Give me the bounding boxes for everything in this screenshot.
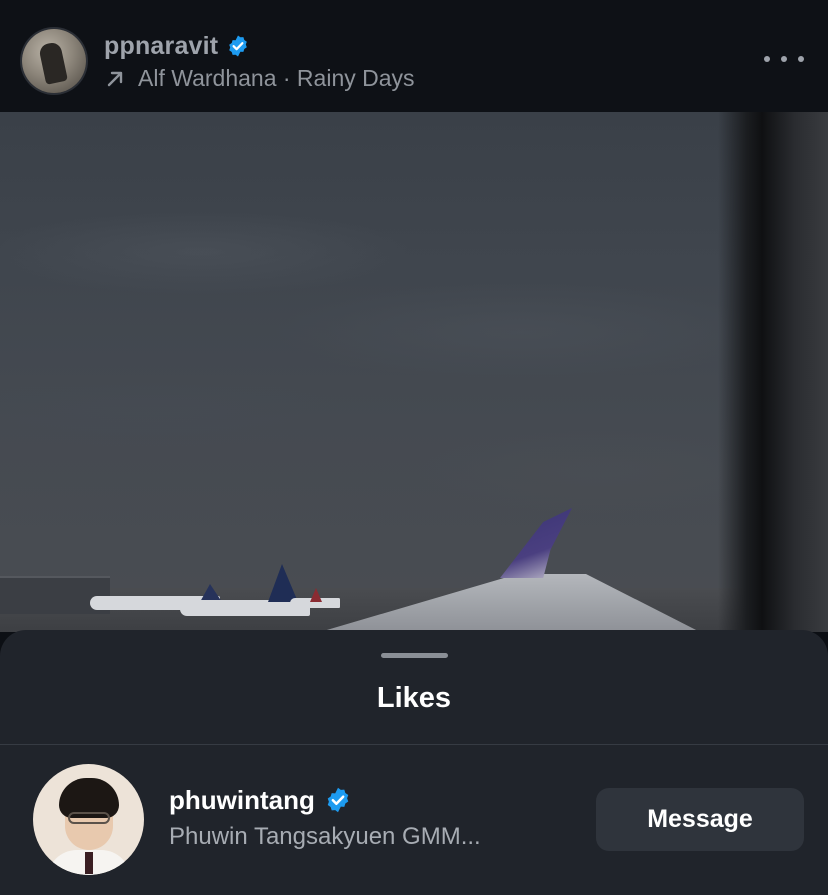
arrow-up-right-icon — [104, 68, 126, 90]
verified-badge-icon — [226, 34, 250, 58]
verified-badge-icon — [324, 786, 352, 814]
liker-avatar[interactable] — [33, 764, 144, 875]
music-attribution[interactable]: Alf Wardhana · Rainy Days — [104, 65, 415, 92]
liker-username[interactable]: phuwintang — [169, 785, 315, 816]
more-dot — [781, 56, 787, 62]
liker-username-row: phuwintang — [169, 783, 481, 817]
app-root: ppnaravit Alf Wardhana · Rainy Days Like… — [0, 0, 828, 895]
liker-full-name: Phuwin Tangsakyuen GMM... — [169, 823, 481, 850]
sheet-title: Likes — [376, 682, 452, 714]
post-author-info: ppnaravit Alf Wardhana · Rainy Days — [104, 30, 415, 92]
author-username-row: ppnaravit — [104, 30, 415, 62]
author-avatar[interactable] — [22, 29, 86, 93]
sheet-grabber[interactable] — [381, 653, 448, 658]
post-header: ppnaravit Alf Wardhana · Rainy Days — [0, 0, 828, 112]
photo-sky — [0, 112, 828, 632]
photo-plane-tail — [310, 588, 322, 602]
likes-sheet: Likes phuwintang Phuwin Tangsakyuen GMM.… — [0, 630, 828, 895]
post-photo[interactable] — [0, 112, 828, 632]
avatar-glasses — [68, 812, 110, 824]
avatar-tie — [85, 852, 93, 874]
music-label: Alf Wardhana · Rainy Days — [138, 65, 415, 91]
photo-plane-tail — [268, 564, 298, 602]
more-dot — [764, 56, 770, 62]
more-options-icon[interactable] — [764, 48, 804, 70]
liker-info: phuwintang Phuwin Tangsakyuen GMM... — [169, 783, 481, 851]
photo-window-frame — [718, 112, 828, 632]
like-list-item[interactable]: phuwintang Phuwin Tangsakyuen GMM... Mes… — [0, 745, 828, 895]
author-username[interactable]: ppnaravit — [104, 32, 218, 61]
more-dot — [798, 56, 804, 62]
avatar-figure — [38, 41, 68, 85]
message-button[interactable]: Message — [596, 788, 804, 851]
